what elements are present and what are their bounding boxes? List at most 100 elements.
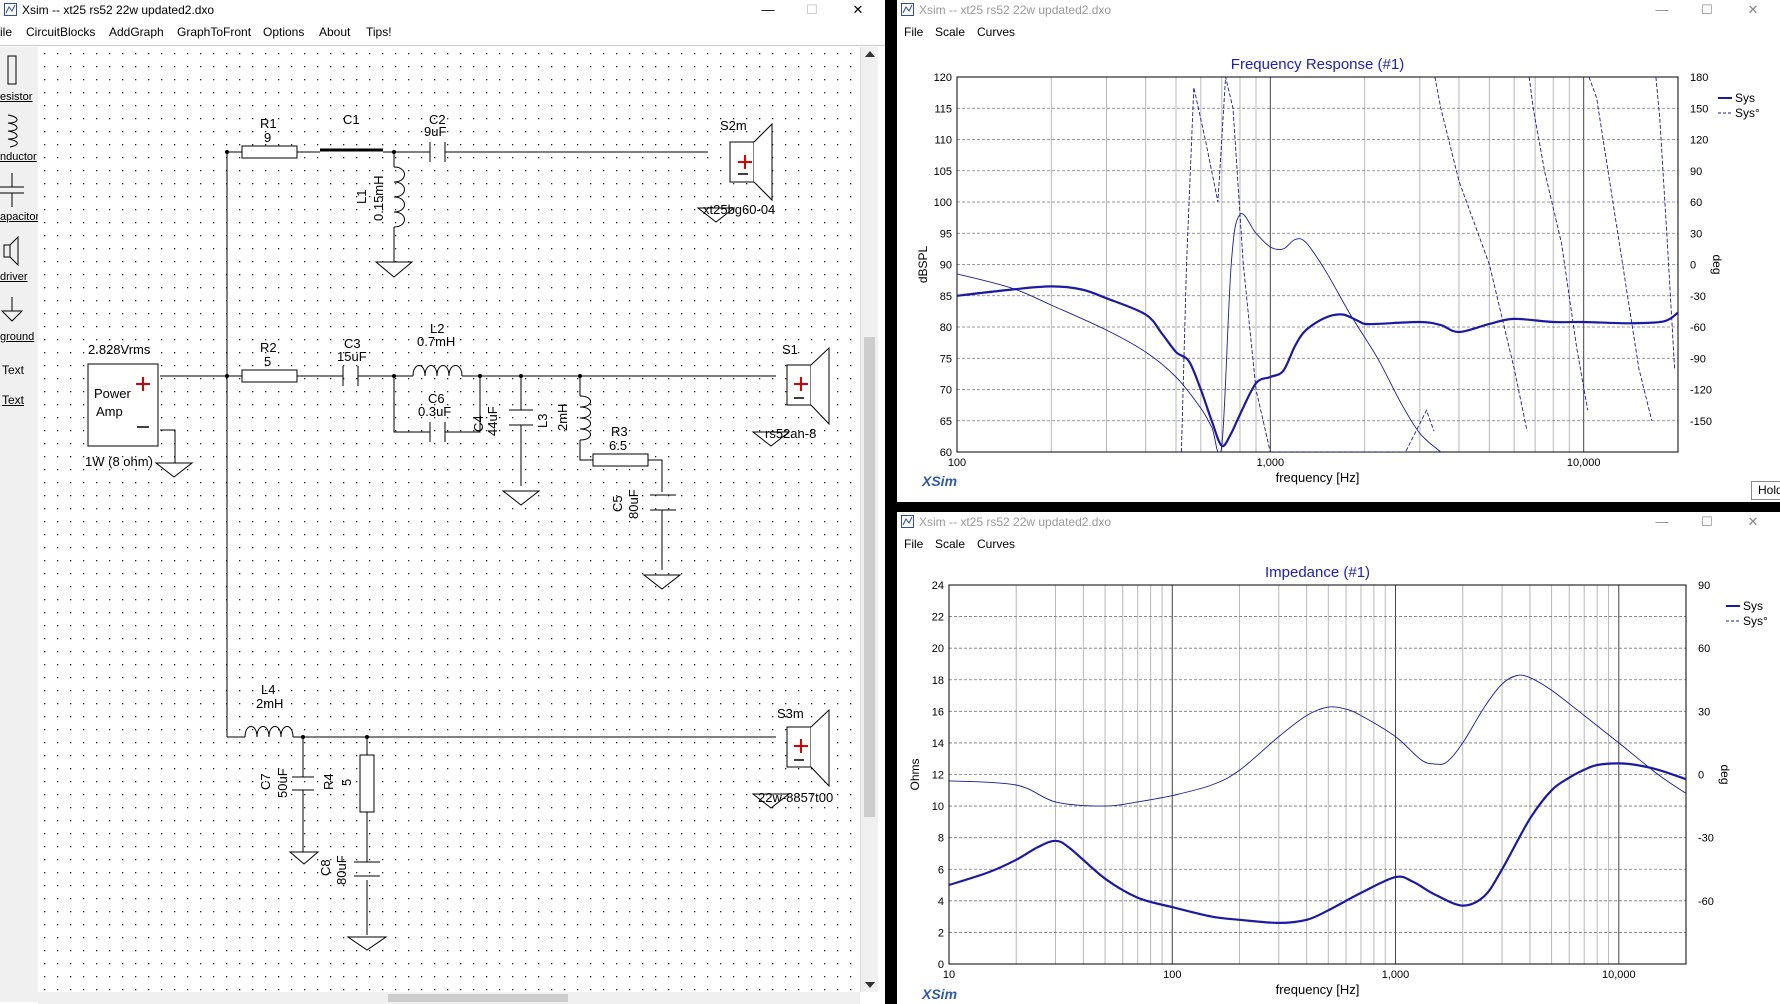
menu-divider <box>0 45 885 46</box>
r2-label: R2 <box>260 340 277 355</box>
toolbox-text-link[interactable]: Text <box>0 389 36 413</box>
y2-tick-label: -90 <box>1690 353 1706 365</box>
toolbox-capacitor[interactable]: apacitor <box>0 173 39 225</box>
hold-button[interactable]: Hold <box>1751 481 1780 500</box>
component-toolbox: esistor nductor apacitor driver ground T… <box>0 47 39 1002</box>
frequency-titlebar[interactable]: Xsim -- xt25 rs52 22w updated2.dxo — ☐ ✕ <box>897 0 1780 20</box>
y-axis-label: dBSPL <box>916 245 930 283</box>
r4-value: 5 <box>339 779 354 786</box>
toolbox-driver[interactable]: driver <box>0 233 36 285</box>
menu-scale[interactable]: Scale <box>935 537 965 551</box>
x-tick-label: 1,000 <box>1382 969 1410 981</box>
toolbox-ground[interactable]: ground <box>0 293 36 345</box>
y-tick-label: 2 <box>938 927 944 939</box>
y2-axis-label: deg <box>1710 254 1724 274</box>
chart-title: Frequency Response (#1) <box>1231 56 1404 73</box>
c6-value: 0.3uF <box>418 404 451 419</box>
schematic-titlebar[interactable]: Xsim -- xt25 rs52 22w updated2.dxo — ☐ ✕ <box>0 0 885 20</box>
sys-series-line <box>949 762 1686 925</box>
close-button[interactable]: ✕ <box>838 0 878 20</box>
toolbox-text-plain[interactable]: Text <box>0 359 36 383</box>
toolbox-driver-label: driver <box>0 271 28 283</box>
menu-about[interactable]: About <box>319 25 350 39</box>
minimize-button[interactable]: — <box>748 0 788 20</box>
minimize-button[interactable]: — <box>1642 0 1682 20</box>
l4-label: L4 <box>261 682 275 697</box>
close-button[interactable]: ✕ <box>1733 512 1773 532</box>
x-axis-label: frequency [Hz] <box>1276 982 1360 997</box>
y-tick-label: 80 <box>940 322 952 334</box>
vertical-scrollbar[interactable] <box>860 47 878 992</box>
y-tick-label: 120 <box>934 72 952 84</box>
y2-tick-label: 0 <box>1698 770 1704 782</box>
c3-value: 15uF <box>337 349 367 364</box>
toolbox-inductor[interactable]: nductor <box>0 113 37 165</box>
y2-tick-label: -150 <box>1690 416 1712 428</box>
y-tick-label: 22 <box>932 612 944 624</box>
toolbox-text-plain-label: Text <box>2 363 25 377</box>
horizontal-scrollbar[interactable] <box>38 992 860 1004</box>
menu-scale[interactable]: Scale <box>935 25 965 39</box>
x-tick-label: 10 <box>943 969 955 981</box>
amp-label-1: Power <box>94 386 132 401</box>
maximize-button[interactable]: ☐ <box>1687 512 1727 532</box>
vertical-scroll-thumb[interactable] <box>864 337 875 817</box>
menu-file[interactable]: ile <box>0 25 12 39</box>
y-tick-label: 8 <box>938 833 944 845</box>
l1-label: L1 <box>354 190 369 204</box>
menu-tips[interactable]: Tips! <box>366 25 392 39</box>
menu-file[interactable]: File <box>904 537 923 551</box>
y-tick-label: 85 <box>940 291 952 303</box>
y-tick-label: 100 <box>934 197 952 209</box>
resistor-r3[interactable] <box>592 453 649 467</box>
r3-value: 6.5 <box>609 438 627 453</box>
resistor-r4[interactable] <box>359 754 375 813</box>
power-label: 1W (8 ohm) <box>85 454 153 469</box>
frequency-window: Xsim -- xt25 rs52 22w updated2.dxo — ☐ ✕… <box>897 0 1780 502</box>
chart-title: Impedance (#1) <box>1265 564 1370 581</box>
y2-tick-label: 30 <box>1698 706 1710 718</box>
frequency-response-chart[interactable]: 100 1,000 10,00060657075808590951001051101… <box>897 44 1780 502</box>
menu-addgraph[interactable]: AddGraph <box>109 25 164 39</box>
y-tick-label: 24 <box>932 580 944 592</box>
c2-value: 9uF <box>424 124 446 139</box>
grid-dots <box>38 47 860 992</box>
menu-file[interactable]: File <box>904 25 923 39</box>
menu-circuitblocks[interactable]: CircuitBlocks <box>26 25 95 39</box>
y2-tick-label: -60 <box>1698 896 1714 908</box>
maximize-button[interactable]: ☐ <box>792 0 832 20</box>
unnamed-series-line <box>957 213 1442 452</box>
xsim-brand: XSim <box>922 986 958 1002</box>
capacitor-icon <box>0 173 24 207</box>
impedance-chart[interactable]: 10 100 1,000 10,000024681012141618202224-60… <box>897 556 1780 1004</box>
xsim-brand: XSim <box>922 473 958 489</box>
menu-curves[interactable]: Curves <box>977 25 1015 39</box>
frequency-menubar: File Scale Curves <box>897 22 1780 42</box>
minimize-button[interactable]: — <box>1642 512 1682 532</box>
resistor-r1[interactable] <box>241 145 298 159</box>
c7-value: 50uF <box>275 768 290 798</box>
sys-series-line <box>957 285 1678 448</box>
r1-label: R1 <box>260 116 277 131</box>
s3m-label: S3m <box>777 706 804 721</box>
toolbox-resistor[interactable]: esistor <box>0 53 36 105</box>
y-tick-label: 70 <box>940 385 952 397</box>
resistor-r2[interactable] <box>241 369 298 383</box>
sys-phase-series-line <box>949 674 1686 807</box>
c4-label: C4 <box>471 415 486 432</box>
impedance-titlebar[interactable]: Xsim -- xt25 rs52 22w updated2.dxo — ☐ ✕ <box>897 512 1780 532</box>
menu-graphtofront[interactable]: GraphToFront <box>177 25 251 39</box>
scroll-down-arrow-icon[interactable] <box>865 982 875 988</box>
menu-curves[interactable]: Curves <box>977 537 1015 551</box>
scroll-up-arrow-icon[interactable] <box>865 51 875 57</box>
close-button[interactable]: ✕ <box>1733 0 1773 20</box>
legend-label: Sys° <box>1735 106 1760 120</box>
horizontal-scroll-thumb[interactable] <box>388 994 568 1002</box>
c1-label: C1 <box>343 112 360 127</box>
schematic-canvas[interactable]: R1 9 C1 C2 9uF L1 0.15mH S2m xt25bg60-04… <box>38 47 860 992</box>
maximize-button[interactable]: ☐ <box>1687 0 1727 20</box>
y2-tick-label: -60 <box>1690 322 1706 334</box>
menu-options[interactable]: Options <box>263 25 304 39</box>
y2-axis-label: deg <box>1718 764 1732 784</box>
toolbox-ground-label: ground <box>0 331 35 343</box>
